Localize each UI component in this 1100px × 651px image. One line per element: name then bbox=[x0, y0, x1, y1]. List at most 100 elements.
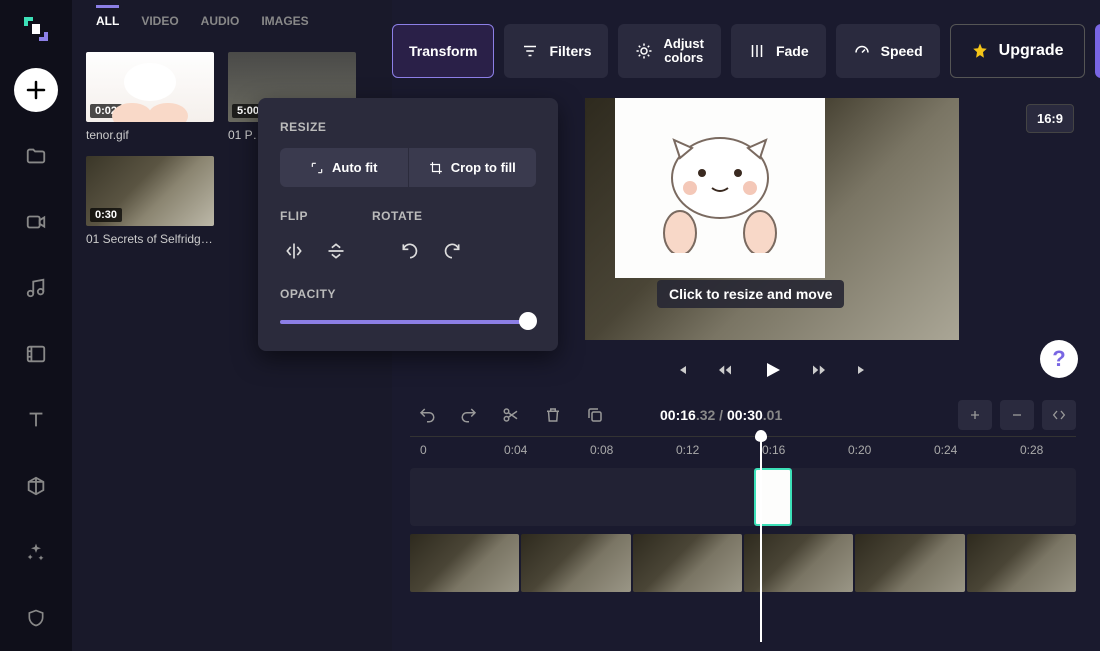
effects-icon[interactable] bbox=[14, 530, 58, 574]
add-media-button[interactable] bbox=[14, 68, 58, 112]
graphics-icon[interactable] bbox=[14, 464, 58, 508]
slider-thumb[interactable] bbox=[519, 312, 537, 330]
overlay-track[interactable] bbox=[410, 468, 1076, 526]
export-button[interactable]: Export bbox=[1095, 24, 1100, 78]
media-duration: 0:02 bbox=[90, 104, 122, 118]
record-icon[interactable] bbox=[14, 200, 58, 244]
top-toolbar: Transform Filters Adjustcolors Fade Spee… bbox=[392, 24, 1088, 78]
media-tab-all[interactable]: ALL bbox=[96, 5, 119, 34]
flip-vertical-button[interactable] bbox=[322, 237, 350, 265]
auto-fit-label: Auto fit bbox=[332, 160, 377, 175]
opacity-slider[interactable] bbox=[280, 315, 536, 329]
star-icon bbox=[971, 42, 989, 60]
upgrade-label: Upgrade bbox=[999, 42, 1064, 60]
crop-icon bbox=[429, 161, 443, 175]
adjust-colors-button[interactable]: Adjustcolors bbox=[618, 24, 720, 78]
left-rail bbox=[0, 0, 72, 651]
current-time-frac: .32 bbox=[696, 407, 715, 423]
rotate-left-button[interactable] bbox=[396, 237, 424, 265]
video-clip-segment[interactable] bbox=[633, 534, 742, 592]
total-time-frac: .01 bbox=[763, 407, 782, 423]
media-item[interactable]: 0:30 01 Secrets of Selfridges… bbox=[86, 156, 214, 246]
media-tab-audio[interactable]: AUDIO bbox=[201, 14, 240, 34]
flip-horizontal-button[interactable] bbox=[280, 237, 308, 265]
forward-button[interactable] bbox=[810, 361, 828, 379]
undo-button[interactable] bbox=[410, 400, 444, 430]
current-time: 00:16 bbox=[660, 407, 696, 423]
video-clip-segment[interactable] bbox=[967, 534, 1076, 592]
media-tab-images[interactable]: IMAGES bbox=[261, 14, 308, 34]
auto-fit-button[interactable]: Auto fit bbox=[280, 148, 409, 187]
ruler-tick: 0:08 bbox=[590, 443, 613, 457]
transform-popover: RESIZE Auto fit Crop to fill FLIP ROTATE… bbox=[258, 98, 558, 351]
filters-button[interactable]: Filters bbox=[504, 24, 608, 78]
zoom-fit-button[interactable] bbox=[1042, 400, 1076, 430]
ruler-tick: 0:20 bbox=[848, 443, 871, 457]
media-thumbnail: 0:30 bbox=[86, 156, 214, 226]
delete-button[interactable] bbox=[536, 400, 570, 430]
auto-fit-icon bbox=[310, 161, 324, 175]
flip-heading: FLIP bbox=[280, 209, 308, 223]
preview-tooltip: Click to resize and move bbox=[657, 280, 844, 308]
playhead[interactable] bbox=[760, 432, 762, 642]
video-clip-segment[interactable] bbox=[410, 534, 519, 592]
text-icon[interactable] bbox=[14, 398, 58, 442]
total-time: 00:30 bbox=[727, 407, 763, 423]
help-button[interactable]: ? bbox=[1040, 340, 1078, 378]
fade-label: Fade bbox=[776, 43, 809, 59]
resize-row: Auto fit Crop to fill bbox=[280, 148, 536, 187]
ruler-tick: 0:12 bbox=[676, 443, 699, 457]
music-icon[interactable] bbox=[14, 266, 58, 310]
split-button[interactable] bbox=[494, 400, 528, 430]
slider-track bbox=[280, 320, 536, 324]
timeline-tracks bbox=[410, 468, 1076, 592]
media-tabs: ALL VIDEO AUDIO IMAGES bbox=[86, 14, 378, 34]
skip-end-button[interactable] bbox=[854, 362, 870, 378]
timeline-ruler[interactable]: 0 0:04 0:08 0:12 0:16 0:20 0:24 0:28 bbox=[410, 436, 1076, 462]
flip-rotate-headings: FLIP ROTATE bbox=[280, 209, 536, 223]
filters-icon bbox=[521, 42, 539, 60]
folder-icon[interactable] bbox=[14, 134, 58, 178]
fade-icon bbox=[748, 42, 766, 60]
adjust-label: Adjustcolors bbox=[663, 37, 703, 66]
ruler-tick: 0:28 bbox=[1020, 443, 1043, 457]
rotate-right-button[interactable] bbox=[438, 237, 466, 265]
rotate-heading: ROTATE bbox=[372, 209, 423, 223]
zoom-out-button[interactable] bbox=[1000, 400, 1034, 430]
fade-button[interactable]: Fade bbox=[731, 24, 826, 78]
speed-icon bbox=[853, 42, 871, 60]
media-duration: 0:30 bbox=[90, 208, 122, 222]
app-logo bbox=[19, 12, 53, 46]
shield-icon[interactable] bbox=[14, 596, 58, 640]
aspect-ratio-button[interactable]: 16:9 bbox=[1026, 104, 1074, 133]
resize-heading: RESIZE bbox=[280, 120, 536, 134]
preview-gif-clip[interactable] bbox=[615, 98, 825, 278]
flip-rotate-icons bbox=[280, 237, 536, 265]
redo-button[interactable] bbox=[452, 400, 486, 430]
zoom-in-button[interactable] bbox=[958, 400, 992, 430]
transform-button[interactable]: Transform bbox=[392, 24, 494, 78]
video-track[interactable] bbox=[410, 534, 1076, 592]
speed-button[interactable]: Speed bbox=[836, 24, 940, 78]
media-filename: 01 Secrets of Selfridges… bbox=[86, 232, 214, 246]
video-clip-segment[interactable] bbox=[521, 534, 630, 592]
template-icon[interactable] bbox=[14, 332, 58, 376]
filters-label: Filters bbox=[549, 43, 591, 59]
duplicate-button[interactable] bbox=[578, 400, 612, 430]
play-button[interactable] bbox=[760, 358, 784, 382]
media-item[interactable]: 0:02 tenor.gif bbox=[86, 52, 214, 142]
time-display: 00:16.32 / 00:30.01 bbox=[660, 407, 782, 423]
rewind-button[interactable] bbox=[716, 361, 734, 379]
upgrade-button[interactable]: Upgrade bbox=[950, 24, 1085, 78]
skip-start-button[interactable] bbox=[674, 362, 690, 378]
crop-to-fill-button[interactable]: Crop to fill bbox=[409, 148, 537, 187]
playback-controls bbox=[585, 350, 959, 390]
media-thumbnail: 0:02 bbox=[86, 52, 214, 122]
media-tab-video[interactable]: VIDEO bbox=[141, 14, 178, 34]
opacity-heading: OPACITY bbox=[280, 287, 536, 301]
ruler-tick: 0 bbox=[420, 443, 427, 457]
ruler-tick: 0:16 bbox=[762, 443, 785, 457]
crop-label: Crop to fill bbox=[451, 160, 516, 175]
video-clip-segment[interactable] bbox=[855, 534, 964, 592]
adjust-icon bbox=[635, 42, 653, 60]
